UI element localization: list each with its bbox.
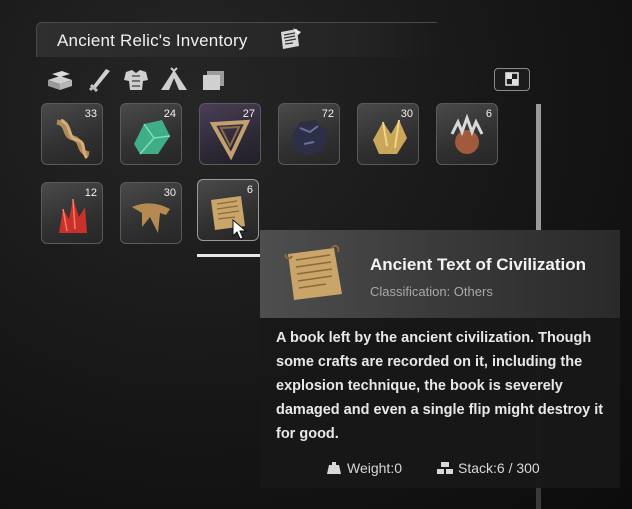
fang-icon [132, 203, 170, 233]
category-weapons-tab[interactable] [84, 66, 116, 94]
gold-crystal-icon [373, 119, 407, 154]
misc-icon [203, 71, 224, 90]
rope-icon [56, 118, 90, 160]
stack-value: Stack:6 / 300 [458, 460, 540, 476]
grid-sort-icon [505, 72, 519, 86]
inventory-title-bar: Ancient Relic's Inventory [36, 22, 437, 57]
red-crystal-icon [59, 198, 87, 233]
tooltip-footer: Weight:0 Stack:6 / 300 [260, 454, 620, 484]
scrollbar-thumb[interactable] [536, 104, 541, 244]
stack-stat: Stack:6 / 300 [437, 460, 540, 476]
tooltip-item-name: Ancient Text of Civilization [370, 255, 586, 274]
inventory-slot-rope[interactable]: 33 [41, 103, 103, 165]
inventory-slot-red-crystal[interactable]: 12 [41, 182, 103, 244]
tooltip-classification: Classification: Others [370, 284, 493, 299]
inventory-slot-green-crystal[interactable]: 24 [120, 103, 182, 165]
relic-frame-icon [209, 119, 251, 160]
tooltip-header: Ancient Text of Civilization Classificat… [260, 230, 620, 318]
weight-icon [327, 462, 341, 474]
inventory-slot-scroll[interactable]: 6 [197, 179, 259, 241]
category-camp-tab[interactable] [158, 66, 190, 94]
inventory-slot-dark-ore[interactable]: 72 [278, 103, 340, 165]
weight-stat: Weight:0 [326, 460, 402, 476]
tooltip-description: A book left by the ancient civilization.… [276, 330, 604, 442]
dark-ore-icon [292, 120, 328, 156]
category-armor-tab[interactable] [120, 66, 152, 94]
category-misc-tab[interactable] [198, 66, 230, 94]
category-materials-tab[interactable] [44, 66, 76, 94]
inventory-title: Ancient Relic's Inventory [57, 31, 248, 50]
weight-value: Weight:0 [347, 460, 402, 476]
spiky-shell-icon [450, 114, 484, 154]
camp-icon [161, 67, 187, 90]
inventory-slot-gold-crystal[interactable]: 30 [357, 103, 419, 165]
green-crystal-icon [134, 120, 171, 155]
stack-icon [437, 462, 453, 474]
item-tooltip: Ancient Text of Civilization Classificat… [260, 230, 620, 488]
mouse-cursor-icon [232, 219, 248, 240]
sort-button[interactable] [494, 68, 530, 91]
materials-icon [48, 71, 72, 90]
scroll-icon [284, 244, 342, 300]
weapons-icon [88, 69, 110, 93]
relic-book-icon [281, 28, 301, 49]
inventory-slot-fang[interactable]: 30 [120, 182, 182, 244]
armor-icon [124, 70, 148, 90]
inventory-slot-spiky-shell[interactable]: 6 [436, 103, 498, 165]
selected-slot-indicator [197, 254, 261, 257]
inventory-slot-relic-frame[interactable]: 27 [199, 103, 261, 165]
